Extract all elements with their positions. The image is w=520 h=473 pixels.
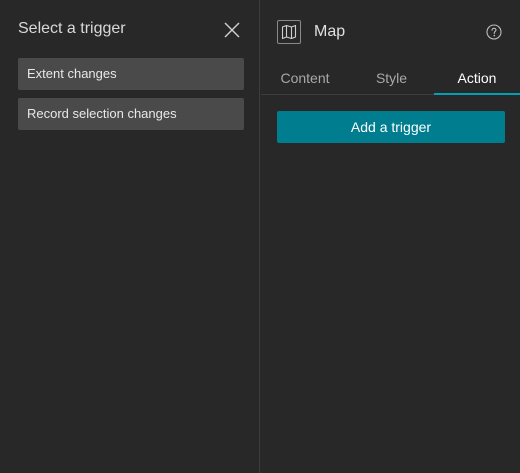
close-icon[interactable] — [223, 21, 241, 39]
trigger-option-extent-changes[interactable]: Extent changes — [18, 58, 244, 90]
tab-style[interactable]: Style — [349, 62, 434, 94]
tab-content[interactable]: Content — [261, 62, 349, 94]
trigger-picker-title: Select a trigger — [18, 20, 126, 37]
tab-action[interactable]: Action — [434, 62, 520, 95]
settings-panel: Select a trigger Extent changes Record s… — [0, 0, 520, 473]
widget-title: Map — [314, 23, 346, 40]
trigger-picker-panel: Select a trigger Extent changes Record s… — [0, 0, 260, 473]
trigger-option-record-selection-changes[interactable]: Record selection changes — [18, 98, 244, 130]
map-icon — [277, 20, 301, 44]
widget-settings-panel: Map Content Style Action Add a trigger — [261, 0, 520, 473]
trigger-picker-header: Select a trigger — [18, 18, 243, 44]
add-trigger-button[interactable]: Add a trigger — [277, 111, 505, 143]
help-icon[interactable] — [486, 24, 502, 40]
settings-tabs: Content Style Action — [261, 62, 520, 95]
